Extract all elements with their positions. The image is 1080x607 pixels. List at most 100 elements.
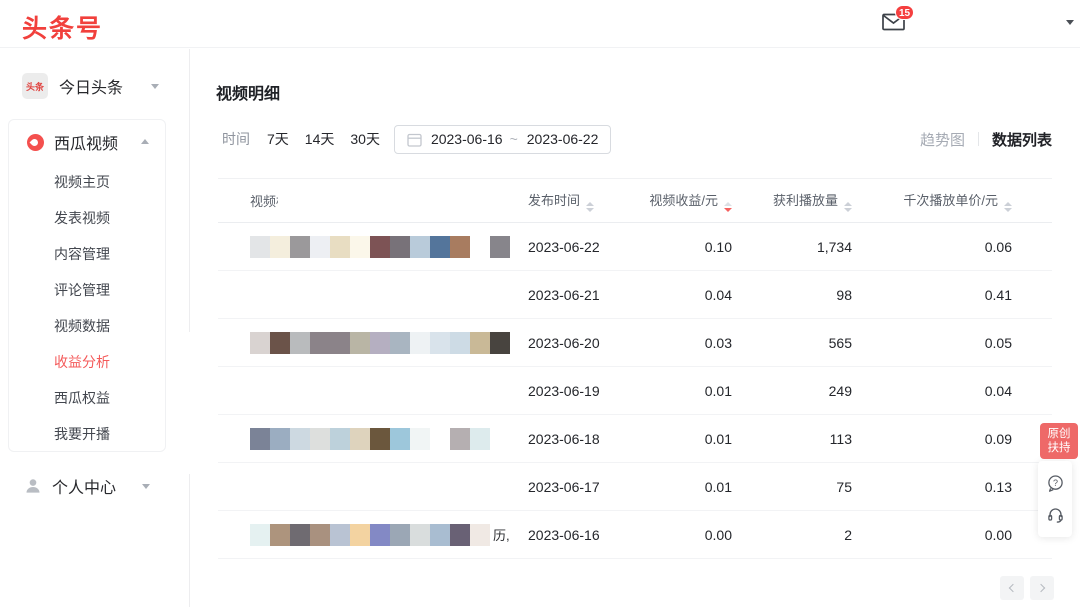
sidebar-item-content-management[interactable]: 内容管理 <box>9 236 165 272</box>
table-row: 2023-06-18 0.01 113 0.09 <box>218 415 1052 463</box>
sidebar-item-revenue-analysis[interactable]: 收益分析 <box>9 344 165 380</box>
censored-title-mosaic <box>250 428 490 450</box>
table-row: 2023-06-20 0.03 565 0.05 <box>218 319 1052 367</box>
view-toggle: 趋势图 数据列表 <box>920 128 1052 150</box>
date-end-value: 2023-06-22 <box>527 131 599 147</box>
tab-data-list[interactable]: 数据列表 <box>992 129 1052 150</box>
toggle-divider <box>978 132 979 146</box>
question-icon: ? <box>1046 474 1065 493</box>
pagination <box>1000 576 1054 600</box>
video-revenue-cell: 0.01 <box>608 431 738 447</box>
sidebar-item-comment-management[interactable]: 评论管理 <box>9 272 165 308</box>
xigua-video-logo-icon <box>27 134 44 151</box>
redaction-overlay <box>228 560 476 574</box>
col-header-monetized-views[interactable]: 获利播放量 <box>738 190 858 212</box>
notification-badge: 15 <box>895 5 914 20</box>
topbar: 头条号 15 <box>0 0 1080 48</box>
calendar-icon <box>407 132 422 147</box>
date-start-value: 2023-06-16 <box>431 131 503 147</box>
col-header-publish-time[interactable]: 发布时间 <box>518 190 608 212</box>
cpm-cell: 0.04 <box>858 383 1052 399</box>
origin-support-label: 原创扶持 <box>1046 427 1072 455</box>
range-7d-button[interactable]: 7天 <box>267 129 289 149</box>
monetized-views-cell: 1,734 <box>738 239 858 255</box>
sort-icon <box>844 202 852 212</box>
page: 头条号 15 头条 今日头条 西瓜视频 视频主页 发表视频 内 <box>0 0 1080 607</box>
toutiaohao-logo: 头条号 <box>22 9 103 45</box>
table-row: 2023-06-17 0.01 75 0.13 <box>218 463 1052 511</box>
range-30d-button[interactable]: 30天 <box>350 129 380 149</box>
monetized-views-cell: 565 <box>738 335 858 351</box>
origin-support-button[interactable]: 原创扶持 <box>1040 423 1078 459</box>
date-range-picker[interactable]: 2023-06-16 ~ 2023-06-22 <box>394 125 611 154</box>
sidebar-section-personal-center[interactable]: 个人中心 <box>24 474 150 498</box>
sidebar-item-publish-video[interactable]: 发表视频 <box>9 200 165 236</box>
account-chevron-down-icon[interactable] <box>1066 20 1074 25</box>
chevron-right-icon <box>1037 584 1045 592</box>
publish-date-cell: 2023-06-20 <box>518 335 608 351</box>
video-revenue-cell: 0.01 <box>608 479 738 495</box>
help-widget: ? <box>1038 461 1072 537</box>
page-title: 视频明细 <box>216 80 280 104</box>
table-row: 2023-06-22 0.10 1,734 0.06 <box>218 223 1052 271</box>
svg-text:?: ? <box>1052 477 1057 487</box>
mail-button[interactable]: 15 <box>882 13 906 31</box>
prev-page-button[interactable] <box>1000 576 1024 600</box>
video-revenue-cell: 0.00 <box>608 527 738 543</box>
chevron-down-icon <box>142 484 150 489</box>
publish-date-cell: 2023-06-17 <box>518 479 608 495</box>
toutiao-app-icon: 头条 <box>22 73 48 99</box>
cpm-cell: 0.41 <box>858 287 1052 303</box>
date-separator: ~ <box>510 131 518 147</box>
video-revenue-cell: 0.04 <box>608 287 738 303</box>
time-filter-bar: 时间 7天 14天 30天 2023-06-16 ~ 2023-06-22 <box>222 124 611 154</box>
monetized-views-cell: 249 <box>738 383 858 399</box>
cpm-cell: 0.06 <box>858 239 1052 255</box>
table-row: 2023-06-19 0.01 249 0.04 <box>218 367 1052 415</box>
video-title-cell <box>218 332 518 354</box>
censored-title-mosaic <box>250 524 490 546</box>
monetized-views-cell: 2 <box>738 527 858 543</box>
sidebar-item-xigua-benefits[interactable]: 西瓜权益 <box>9 380 165 416</box>
range-14d-button[interactable]: 14天 <box>305 129 335 149</box>
user-icon <box>24 477 42 495</box>
cpm-cell: 0.13 <box>858 479 1052 495</box>
censored-title-mosaic <box>250 332 510 354</box>
next-page-button[interactable] <box>1030 576 1054 600</box>
sidebar-item-video-home[interactable]: 视频主页 <box>9 164 165 200</box>
monetized-views-cell: 98 <box>738 287 858 303</box>
video-title-cell <box>218 236 518 258</box>
video-revenue-cell: 0.03 <box>608 335 738 351</box>
video-detail-table: 视频标题 发布时间 视频收益/元 获利播放量 千次播放单价/元 2023-06-… <box>218 178 1052 559</box>
title-fragment: 历, <box>493 525 510 544</box>
chevron-down-icon <box>151 84 159 89</box>
video-title-cell: 历, <box>218 524 518 546</box>
video-revenue-cell: 0.01 <box>608 383 738 399</box>
publish-date-cell: 2023-06-19 <box>518 383 608 399</box>
censored-title-mosaic <box>250 236 510 258</box>
sort-desc-icon <box>724 202 732 212</box>
section-label: 西瓜视频 <box>54 130 118 154</box>
xigua-section-card: 西瓜视频 视频主页 发表视频 内容管理 评论管理 视频数据 收益分析 西瓜权益 … <box>8 119 166 452</box>
sidebar-account-toutiao[interactable]: 头条 今日头条 <box>22 73 159 99</box>
help-faq-button[interactable]: ? <box>1046 474 1065 493</box>
chevron-left-icon <box>1009 584 1017 592</box>
publish-date-cell: 2023-06-16 <box>518 527 608 543</box>
col-header-cpm[interactable]: 千次播放单价/元 <box>858 190 1052 212</box>
cpm-cell: 0.09 <box>858 431 1052 447</box>
monetized-views-cell: 75 <box>738 479 858 495</box>
headset-icon <box>1046 505 1065 524</box>
sidebar-item-video-data[interactable]: 视频数据 <box>9 308 165 344</box>
customer-service-button[interactable] <box>1046 505 1065 524</box>
sidebar-section-xigua-video[interactable]: 西瓜视频 <box>9 120 165 164</box>
monetized-views-cell: 113 <box>738 431 858 447</box>
sort-icon <box>1004 202 1012 212</box>
sidebar: 头条 今日头条 西瓜视频 视频主页 发表视频 内容管理 评论管理 视频数据 收益… <box>0 49 190 607</box>
tab-trend-chart[interactable]: 趋势图 <box>920 129 965 150</box>
sort-icon <box>586 202 594 212</box>
table-row: 2023-06-21 0.04 98 0.41 <box>218 271 1052 319</box>
col-header-video-revenue[interactable]: 视频收益/元 <box>608 190 738 212</box>
chevron-up-icon <box>141 139 149 144</box>
table-row: 历, 2023-06-16 0.00 2 0.00 <box>218 511 1052 559</box>
sidebar-item-start-live[interactable]: 我要开播 <box>9 416 165 452</box>
